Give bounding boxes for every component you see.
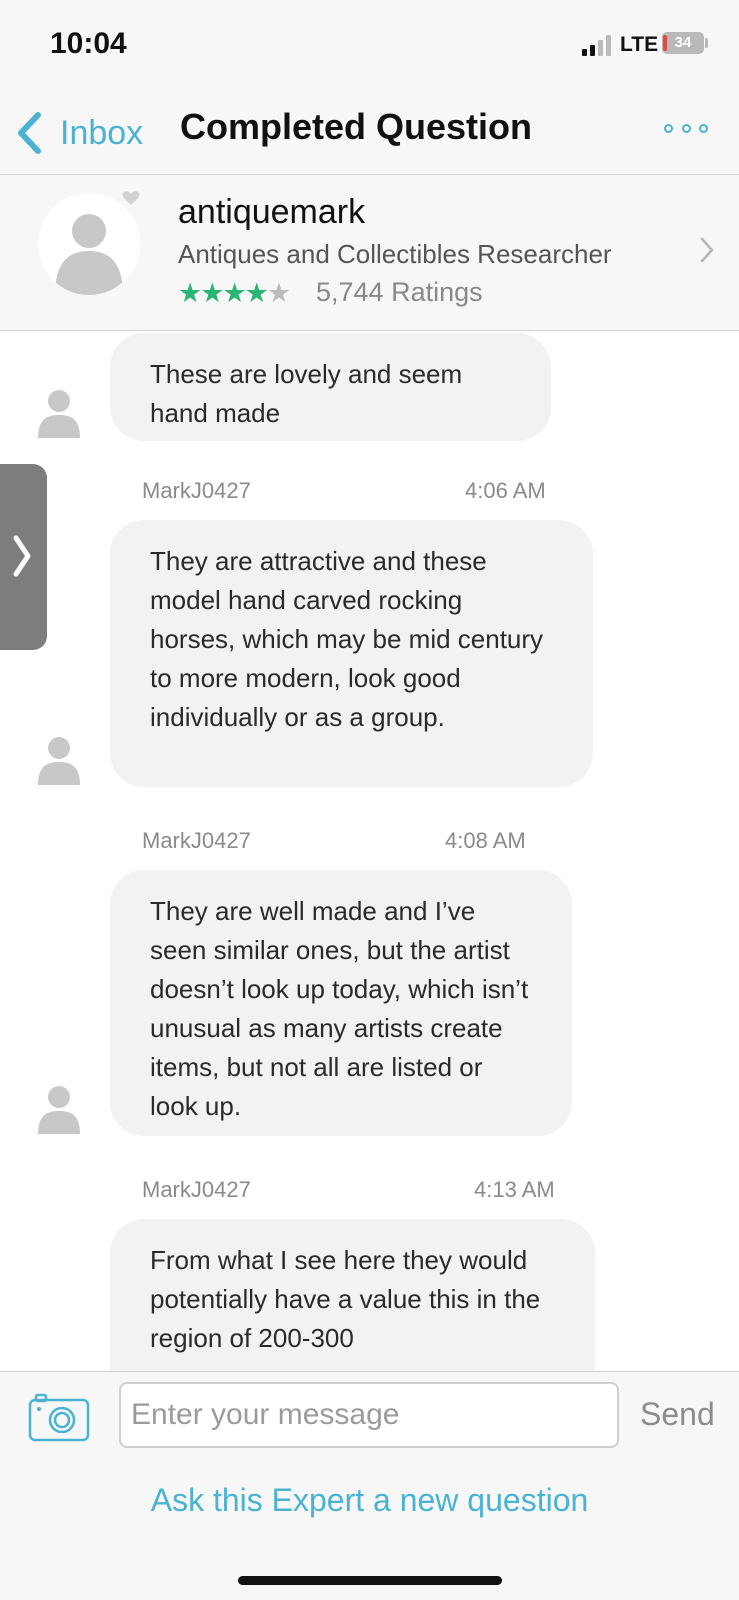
send-button[interactable]: Send: [640, 1396, 715, 1433]
status-bar: 10:04 LTE 34: [0, 0, 739, 88]
message-bubble: From what I see here they would potentia…: [110, 1219, 595, 1371]
rating-stars: ★ ★ ★ ★ ★: [178, 278, 291, 308]
expert-header[interactable]: antiquemark Antiques and Collectibles Re…: [0, 175, 739, 331]
star-icon: ★: [244, 278, 269, 308]
back-button[interactable]: Inbox: [16, 110, 143, 156]
side-drawer-tab[interactable]: [0, 464, 47, 650]
status-time: 10:04: [50, 27, 127, 60]
user-avatar-icon: [38, 390, 80, 438]
chevron-right-icon: [13, 535, 31, 577]
star-half-icon: ★: [266, 278, 291, 308]
page-title: Completed Question: [180, 106, 533, 147]
nav-bar: Inbox Completed Question: [0, 88, 739, 175]
more-options-icon[interactable]: [664, 116, 708, 140]
message-bubble: They are attractive and these model hand…: [110, 520, 593, 787]
ask-expert-button[interactable]: Ask this Expert a new question: [0, 1482, 739, 1519]
battery-nub: [705, 38, 708, 48]
signal-icon: [582, 35, 611, 56]
message-text: They are well made and I’ve seen similar…: [150, 896, 529, 1121]
heart-icon[interactable]: [122, 189, 140, 207]
chevron-right-icon: [700, 237, 714, 263]
footer: Ask this Expert a new question: [0, 1462, 739, 1600]
message-composer: Send: [0, 1371, 739, 1463]
message-input[interactable]: [119, 1382, 619, 1448]
back-label: Inbox: [60, 113, 144, 152]
user-avatar-icon: [38, 737, 80, 785]
message-bubble: These are lovely and seem hand made: [110, 333, 551, 441]
user-avatar-icon: [38, 1086, 80, 1134]
message-time: 4:13 AM: [474, 1177, 555, 1202]
expert-avatar: [38, 193, 140, 295]
message-list[interactable]: These are lovely and seem hand made Mark…: [0, 331, 739, 1371]
network-type: LTE: [620, 33, 659, 56]
message-author: MarkJ0427: [142, 828, 251, 853]
message-text: They are attractive and these model hand…: [150, 546, 544, 732]
home-indicator[interactable]: [238, 1576, 502, 1585]
battery-level: 34: [674, 34, 692, 51]
message-time: 4:08 AM: [445, 828, 526, 853]
message-text: From what I see here they would potentia…: [150, 1245, 541, 1353]
star-icon: ★: [222, 278, 246, 308]
expert-title: Antiques and Collectibles Researcher: [178, 239, 612, 269]
camera-icon[interactable]: [28, 1392, 90, 1442]
star-icon: ★: [200, 278, 224, 308]
message-text: These are lovely and seem hand made: [150, 359, 463, 428]
battery-icon: 34: [662, 32, 704, 54]
chevron-left-icon: [18, 112, 41, 154]
message-bubble: They are well made and I’ve seen similar…: [110, 870, 572, 1136]
message-time: 4:06 AM: [465, 478, 546, 503]
message-author: MarkJ0427: [142, 478, 251, 503]
expert-name: antiquemark: [178, 193, 366, 231]
star-icon: ★: [178, 278, 202, 308]
ratings-count: 5,744 Ratings: [316, 277, 483, 307]
message-author: MarkJ0427: [142, 1177, 251, 1202]
